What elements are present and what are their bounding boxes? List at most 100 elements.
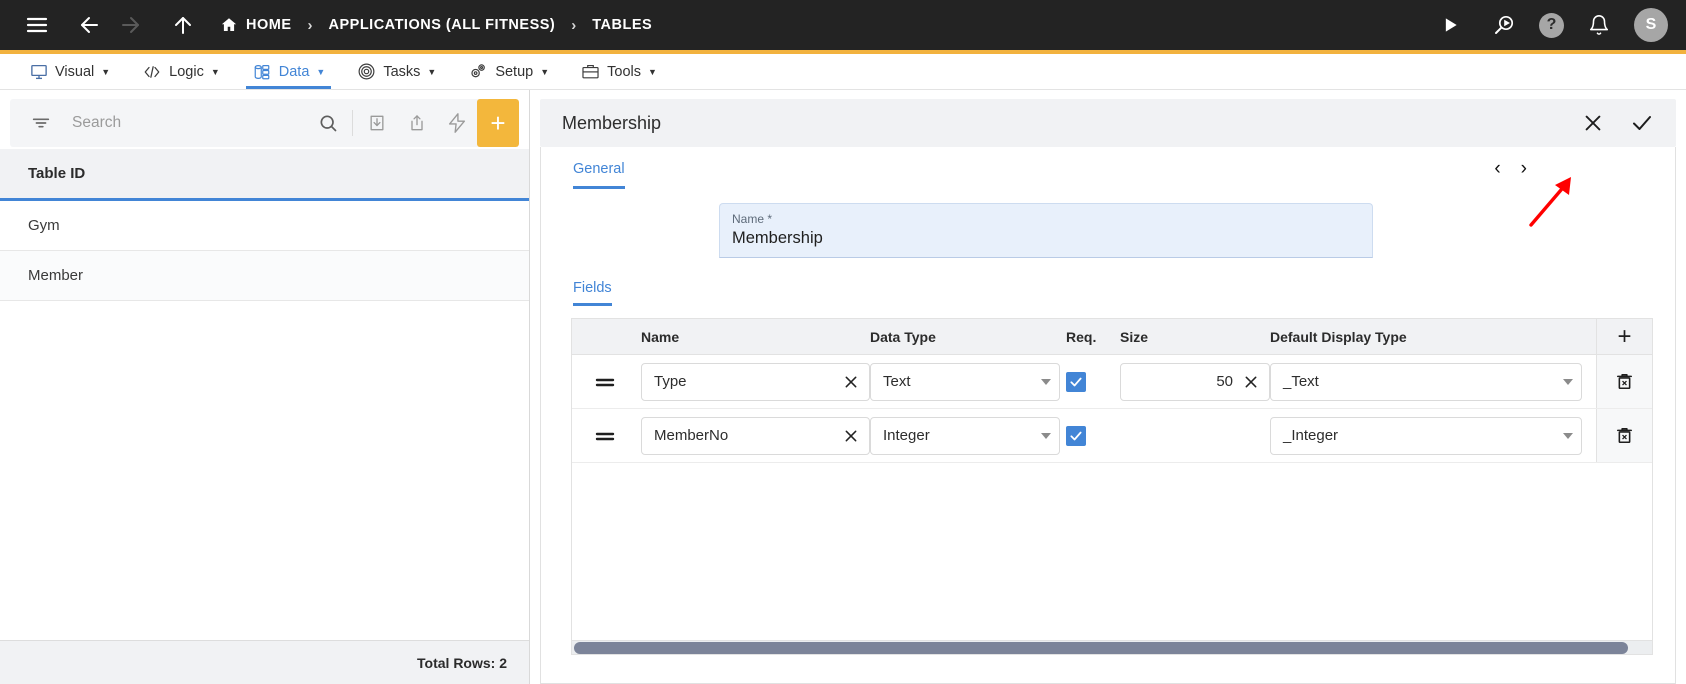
table-row[interactable]: Member — [0, 251, 529, 301]
tab-fields[interactable]: Fields — [573, 280, 612, 306]
menu-label-tasks: Tasks — [383, 63, 421, 80]
main-content-area: + Table ID Gym Member Total Rows: 2 Memb… — [0, 90, 1686, 684]
clear-size-icon[interactable] — [1239, 374, 1259, 390]
breadcrumb-item-home[interactable]: HOME — [220, 16, 292, 34]
size-input[interactable] — [1133, 373, 1239, 390]
name-field[interactable]: Name * — [719, 203, 1373, 258]
previous-record-button[interactable]: ‹ — [1494, 159, 1500, 178]
chevron-down-icon: ▼ — [210, 66, 220, 77]
next-record-button[interactable]: › — [1521, 159, 1527, 178]
chevron-down-icon — [1563, 432, 1573, 439]
menu-label-visual: Visual — [55, 63, 95, 80]
default-display-type-select[interactable]: _Text — [1270, 362, 1582, 401]
field-name-cell — [638, 416, 870, 455]
menu-label-setup: Setup — [495, 63, 534, 80]
drag-handle-icon[interactable] — [572, 375, 638, 389]
fields-sub-tabs: Fields — [541, 258, 1675, 306]
quick-action-icon[interactable] — [437, 99, 477, 147]
add-table-button[interactable]: + — [477, 99, 519, 147]
table-detail-panel: Membership General ‹ › Name * Membership… — [530, 90, 1686, 684]
menu-item-tasks[interactable]: Tasks ▼ — [341, 54, 452, 89]
required-checkbox[interactable] — [1066, 425, 1086, 446]
filter-icon[interactable] — [22, 112, 60, 134]
help-glyph: ? — [1546, 16, 1557, 33]
clear-field-name-icon[interactable] — [839, 428, 859, 444]
search-icon[interactable] — [308, 99, 348, 147]
header-size: Size — [1120, 328, 1149, 345]
help-icon[interactable]: ? — [1539, 12, 1564, 38]
field-row: Text — [572, 355, 1652, 409]
export-icon[interactable] — [397, 99, 437, 147]
plus-glyph: + — [1617, 322, 1632, 350]
table-row[interactable]: Gym — [0, 201, 529, 251]
run-icon[interactable] — [1431, 6, 1469, 44]
save-panel-button[interactable] — [1630, 111, 1654, 135]
home-icon — [220, 16, 238, 34]
data-type-select[interactable]: Integer — [870, 416, 1060, 455]
menu-label-data: Data — [278, 63, 310, 80]
arrow-left-icon[interactable] — [70, 6, 108, 44]
breadcrumb-item-applications[interactable]: APPLICATIONS (ALL FITNESS) — [329, 17, 556, 33]
code-brackets-icon — [142, 63, 162, 81]
menu-item-setup[interactable]: Setup ▼ — [452, 54, 565, 89]
name-input[interactable] — [732, 229, 1360, 248]
avatar[interactable]: S — [1634, 8, 1668, 42]
drag-handle-icon[interactable] — [572, 429, 638, 443]
horizontal-scrollbar-thumb[interactable] — [574, 641, 1629, 654]
hamburger-icon[interactable] — [18, 6, 56, 44]
clear-field-name-icon[interactable] — [839, 374, 859, 390]
tab-general[interactable]: General — [573, 161, 625, 189]
field-name-input-wrap[interactable] — [641, 416, 870, 455]
chevron-down-icon — [1041, 378, 1051, 385]
database-icon — [252, 63, 272, 81]
search-toolbar: + — [10, 99, 519, 147]
field-name-input[interactable] — [654, 373, 839, 390]
chevron-down-icon: ▼ — [427, 66, 437, 77]
delete-row-icon[interactable] — [1615, 371, 1634, 392]
data-type-select[interactable]: Text — [870, 362, 1060, 401]
arrow-right-icon[interactable] — [112, 6, 150, 44]
search-preview-icon[interactable] — [1485, 6, 1523, 44]
menu-label-tools: Tools — [607, 63, 641, 80]
target-icon — [357, 62, 376, 81]
notifications-bell-icon[interactable] — [1580, 6, 1618, 44]
chevron-down-icon: ▼ — [316, 66, 326, 77]
total-rows-label: Total Rows: 2 — [0, 640, 529, 684]
header-required: Req. — [1066, 328, 1097, 345]
breadcrumb-label-home: HOME — [246, 17, 292, 33]
search-input[interactable] — [60, 114, 308, 132]
header-name: Name — [641, 328, 680, 345]
add-field-button[interactable]: + — [1596, 319, 1652, 354]
top-bar-actions: ? S — [1431, 6, 1668, 44]
name-field-label: Name * — [732, 212, 773, 226]
name-field-wrapper: Name * — [541, 189, 1675, 258]
close-panel-button[interactable] — [1582, 112, 1604, 134]
chevron-down-icon: ▼ — [540, 66, 550, 77]
menu-item-data[interactable]: Data ▼ — [236, 54, 342, 89]
chevron-down-icon — [1041, 432, 1051, 439]
import-icon[interactable] — [357, 99, 397, 147]
horizontal-scrollbar[interactable] — [572, 640, 1652, 654]
field-name-input-wrap[interactable] — [641, 362, 870, 401]
delete-row-icon[interactable] — [1615, 425, 1634, 446]
detail-body: General ‹ › Name * Fields — [540, 147, 1676, 684]
required-checkbox[interactable] — [1066, 371, 1086, 392]
table-column-header-table-id: Table ID — [0, 149, 529, 201]
data-type-value: Integer — [883, 427, 930, 444]
size-input-wrap[interactable] — [1120, 362, 1270, 401]
data-type-value: Text — [883, 373, 911, 390]
breadcrumb: HOME › APPLICATIONS (ALL FITNESS) › TABL… — [220, 16, 652, 34]
menu-label-logic: Logic — [169, 63, 204, 80]
menu-item-tools[interactable]: Tools ▼ — [565, 54, 673, 89]
plus-glyph: + — [490, 107, 506, 138]
arrow-up-icon[interactable] — [164, 6, 202, 44]
top-navigation-bar: HOME › APPLICATIONS (ALL FITNESS) › TABL… — [0, 0, 1686, 50]
breadcrumb-item-tables[interactable]: TABLES — [592, 17, 652, 33]
delete-row-cell — [1596, 409, 1652, 462]
default-display-type-select[interactable]: _Integer — [1270, 416, 1582, 455]
avatar-initial: S — [1645, 16, 1657, 33]
menu-item-logic[interactable]: Logic ▼ — [126, 54, 236, 89]
menu-item-visual[interactable]: Visual ▼ — [14, 54, 126, 89]
size-cell — [1120, 362, 1270, 401]
field-name-input[interactable] — [654, 427, 839, 444]
